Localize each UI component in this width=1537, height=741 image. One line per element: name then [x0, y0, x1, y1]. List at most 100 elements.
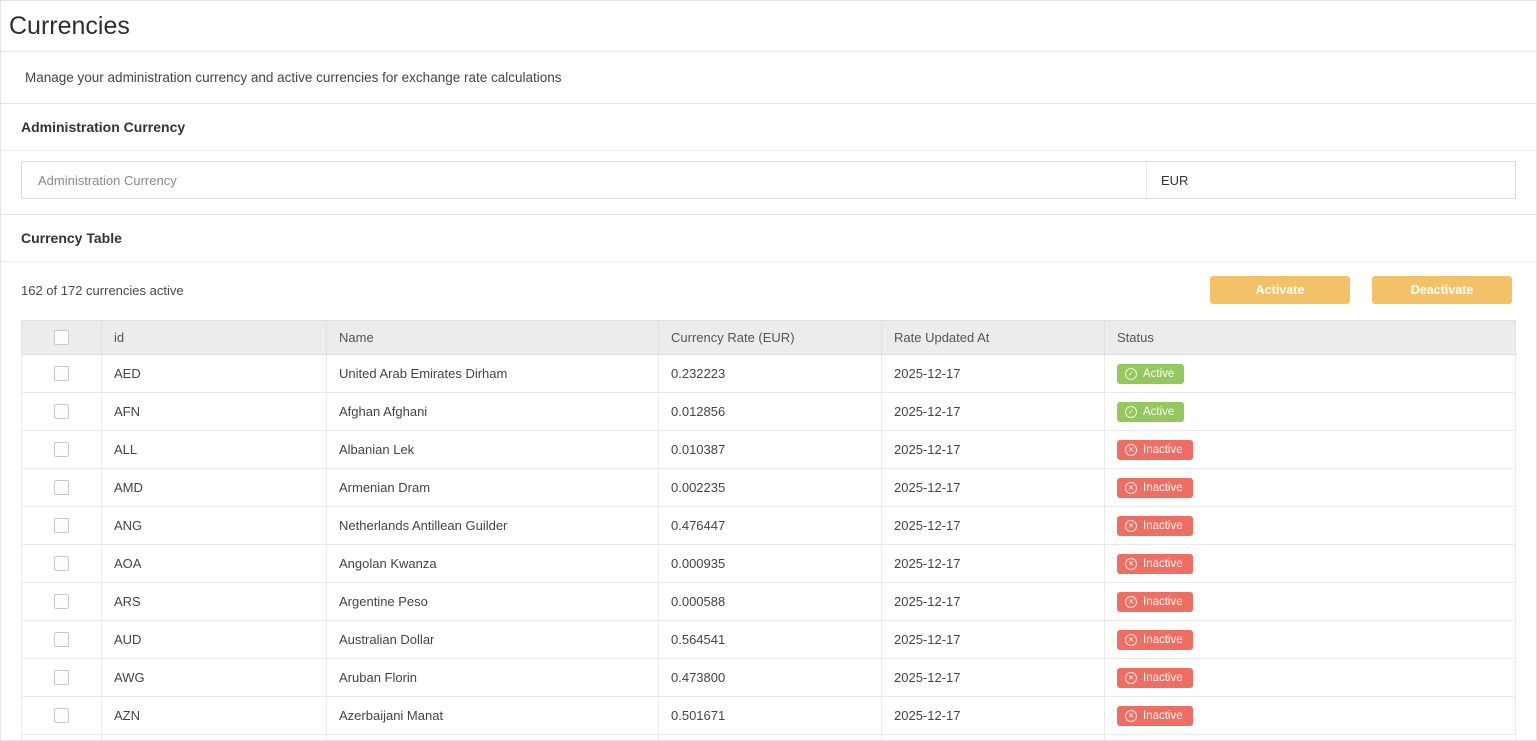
row-id: AWG — [102, 659, 327, 697]
status-icon: ✕ — [1125, 482, 1137, 494]
row-checkbox[interactable] — [54, 404, 69, 419]
status-label: Inactive — [1143, 709, 1183, 723]
status-badge: ✕ Inactive — [1117, 630, 1193, 650]
row-rate: 0.512236 — [659, 735, 882, 741]
row-status-cell: ✕ Inactive — [1105, 697, 1516, 735]
row-checkbox-cell — [22, 507, 102, 545]
table-row: BAM Bosnia and Herzegovina Convertible M… — [22, 735, 1516, 741]
row-rate: 0.000935 — [659, 545, 882, 583]
row-rate: 0.476447 — [659, 507, 882, 545]
row-name: United Arab Emirates Dirham — [327, 355, 659, 393]
status-icon: ✕ — [1125, 520, 1137, 532]
row-updated: 2025-12-17 — [882, 697, 1105, 735]
row-name: Bosnia and Herzegovina Convertible Mark — [327, 735, 659, 741]
row-checkbox[interactable] — [54, 632, 69, 647]
table-row: AUD Australian Dollar 0.564541 2025-12-1… — [22, 621, 1516, 659]
row-name: Argentine Peso — [327, 583, 659, 621]
row-checkbox[interactable] — [54, 594, 69, 609]
row-checkbox[interactable] — [54, 442, 69, 457]
currency-table: id Name Currency Rate (EUR) Rate Updated… — [21, 320, 1516, 741]
row-status-cell: ✕ Inactive — [1105, 469, 1516, 507]
row-rate: 0.564541 — [659, 621, 882, 659]
deactivate-button[interactable]: Deactivate — [1372, 276, 1512, 304]
row-checkbox-cell — [22, 393, 102, 431]
status-label: Active — [1143, 367, 1174, 381]
status-icon: ✕ — [1125, 634, 1137, 646]
row-status-cell: ✕ Inactive — [1105, 621, 1516, 659]
column-header-updated: Rate Updated At — [882, 321, 1105, 355]
status-badge: ✕ Inactive — [1117, 706, 1193, 726]
row-id: ARS — [102, 583, 327, 621]
currency-table-toolbar: 162 of 172 currencies active Activate De… — [1, 262, 1536, 318]
admin-currency-field-label: Administration Currency — [22, 162, 1147, 198]
status-badge: ✕ Inactive — [1117, 516, 1193, 536]
status-badge: ✕ Inactive — [1117, 478, 1193, 498]
row-updated: 2025-12-17 — [882, 659, 1105, 697]
status-icon: ✕ — [1125, 558, 1137, 570]
row-checkbox-cell — [22, 431, 102, 469]
row-checkbox[interactable] — [54, 366, 69, 381]
status-badge: ✕ Inactive — [1117, 554, 1193, 574]
row-checkbox-cell — [22, 735, 102, 741]
row-rate: 0.501671 — [659, 697, 882, 735]
row-name: Angolan Kwanza — [327, 545, 659, 583]
row-checkbox-cell — [22, 621, 102, 659]
admin-currency-field[interactable]: Administration Currency EUR — [21, 161, 1516, 199]
activate-button[interactable]: Activate — [1210, 276, 1350, 304]
table-row: AOA Angolan Kwanza 0.000935 2025-12-17 ✕… — [22, 545, 1516, 583]
table-row: AWG Aruban Florin 0.473800 2025-12-17 ✕ … — [22, 659, 1516, 697]
active-currencies-summary: 162 of 172 currencies active — [21, 283, 184, 298]
row-updated: 2025-12-17 — [882, 735, 1105, 741]
row-status-cell: ✕ Inactive — [1105, 583, 1516, 621]
table-row: ALL Albanian Lek 0.010387 2025-12-17 ✕ I… — [22, 431, 1516, 469]
row-id: ANG — [102, 507, 327, 545]
status-badge: ✕ Inactive — [1117, 668, 1193, 688]
status-label: Inactive — [1143, 633, 1183, 647]
row-checkbox[interactable] — [54, 670, 69, 685]
row-id: AZN — [102, 697, 327, 735]
row-updated: 2025-12-17 — [882, 393, 1105, 431]
row-updated: 2025-12-17 — [882, 621, 1105, 659]
row-name: Albanian Lek — [327, 431, 659, 469]
select-all-checkbox[interactable] — [54, 330, 69, 345]
row-updated: 2025-12-17 — [882, 355, 1105, 393]
status-label: Inactive — [1143, 519, 1183, 533]
row-updated: 2025-12-17 — [882, 545, 1105, 583]
row-checkbox-cell — [22, 583, 102, 621]
row-id: AUD — [102, 621, 327, 659]
currency-table-heading: Currency Table — [1, 215, 1536, 262]
toolbar-buttons: Activate Deactivate — [1210, 276, 1512, 304]
row-id: AED — [102, 355, 327, 393]
row-checkbox[interactable] — [54, 518, 69, 533]
row-status-cell: ✓ Active — [1105, 393, 1516, 431]
status-label: Inactive — [1143, 481, 1183, 495]
row-updated: 2025-12-17 — [882, 469, 1105, 507]
row-checkbox-cell — [22, 697, 102, 735]
row-name: Aruban Florin — [327, 659, 659, 697]
row-status-cell: ✕ Inactive — [1105, 659, 1516, 697]
status-badge: ✓ Active — [1117, 402, 1184, 422]
row-id: BAM — [102, 735, 327, 741]
row-checkbox[interactable] — [54, 480, 69, 495]
status-icon: ✕ — [1125, 710, 1137, 722]
row-checkbox[interactable] — [54, 556, 69, 571]
table-header-row: id Name Currency Rate (EUR) Rate Updated… — [22, 321, 1516, 355]
row-checkbox-cell — [22, 355, 102, 393]
currency-table-body: AED United Arab Emirates Dirham 0.232223… — [22, 355, 1516, 741]
currency-table-section: Currency Table 162 of 172 currencies act… — [1, 215, 1536, 741]
status-icon: ✓ — [1125, 406, 1137, 418]
status-badge: ✕ Inactive — [1117, 592, 1193, 612]
row-updated: 2025-12-17 — [882, 431, 1105, 469]
status-icon: ✕ — [1125, 672, 1137, 684]
admin-currency-value[interactable]: EUR — [1147, 162, 1515, 198]
row-updated: 2025-12-17 — [882, 583, 1105, 621]
row-checkbox[interactable] — [54, 708, 69, 723]
table-row: AZN Azerbaijani Manat 0.501671 2025-12-1… — [22, 697, 1516, 735]
row-name: Netherlands Antillean Guilder — [327, 507, 659, 545]
page-header: Currencies — [1, 1, 1536, 52]
row-id: AFN — [102, 393, 327, 431]
status-label: Inactive — [1143, 595, 1183, 609]
row-checkbox-cell — [22, 469, 102, 507]
row-updated: 2025-12-17 — [882, 507, 1105, 545]
row-rate: 0.012856 — [659, 393, 882, 431]
